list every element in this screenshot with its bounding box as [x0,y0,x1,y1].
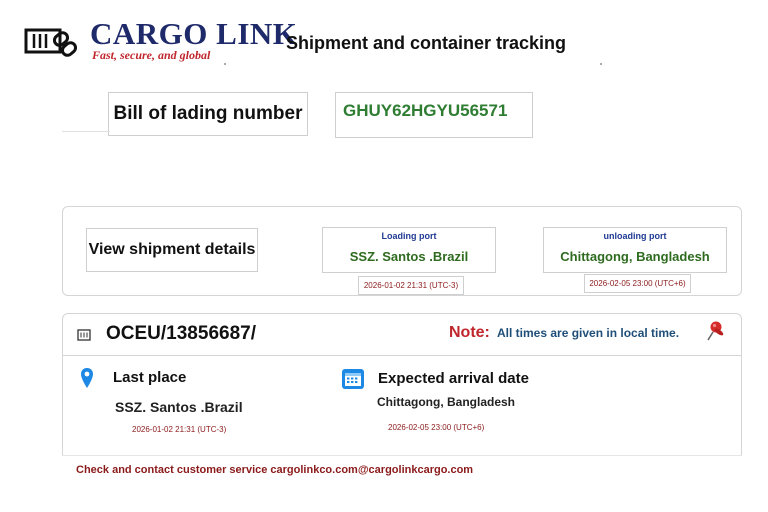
loading-port-time: 2026-01-02 21:31 (UTC-3) [358,276,464,295]
customer-service-contact[interactable]: Check and contact customer service cargo… [76,464,473,476]
page-title: Shipment and container tracking [286,33,567,53]
bill-of-lading-label: Bill of lading number [108,92,308,136]
note-text: All times are given in local time. [497,326,680,340]
container-number: OCEU/13856687/ [106,323,256,344]
unloading-port-time: 2026-02-05 23:00 (UTC+6) [584,274,691,293]
container-icon [77,328,91,341]
view-shipment-details-button[interactable]: View shipment details [86,228,258,272]
unloading-port-label: unloading port [603,231,667,241]
divider-dot [600,63,602,65]
last-place-time: 2026-01-02 21:31 (UTC-3) [132,425,227,434]
panel-divider [62,355,742,356]
unloading-port-box: unloading port Chittagong, Bangladesh [543,227,727,273]
loading-port-box: Loading port SSZ. Santos .Brazil [322,227,496,273]
brand-tagline: Fast, secure, and global [92,48,211,62]
expected-arrival-value: Chittagong, Bangladesh [377,395,515,409]
divider-dot [224,63,226,65]
loading-port-name: SSZ. Santos .Brazil [349,249,469,264]
bill-of-lading-value: GHUY62HGYU56571 [335,92,533,138]
pushpin-icon [705,320,725,342]
unloading-port-name: Chittagong, Bangladesh [560,249,710,264]
last-place-value: SSZ. Santos .Brazil [115,399,243,415]
brand-name: CARGO LINK [90,16,298,51]
location-pin-icon [80,367,94,389]
calendar-icon [341,368,365,390]
expected-arrival-time: 2026-02-05 23:00 (UTC+6) [388,423,485,432]
last-place-label: Last place [113,369,187,386]
expected-arrival-label: Expected arrival date [378,370,529,387]
panel-divider [62,455,742,456]
loading-port-label: Loading port [381,231,437,241]
note-label: Note: [449,324,490,341]
divider-line [62,131,110,132]
logo-icon [24,20,82,64]
